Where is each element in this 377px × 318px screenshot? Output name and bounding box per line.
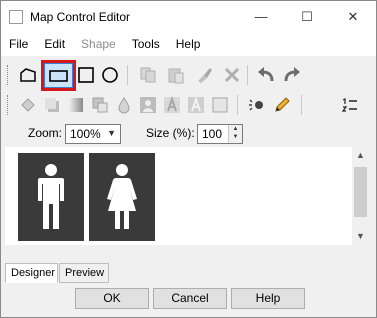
help-button[interactable]: Help	[231, 288, 305, 309]
toolbar-separator	[301, 95, 302, 115]
format-brush-icon	[198, 68, 212, 83]
symbol-tile[interactable]	[89, 153, 155, 241]
arrange-icon	[92, 97, 108, 113]
menu-help[interactable]: Help	[168, 32, 209, 56]
polygon-tool-button[interactable]	[17, 64, 39, 86]
tab-designer[interactable]: Designer	[5, 263, 58, 283]
polygon-icon	[20, 68, 36, 82]
menu-edit[interactable]: Edit	[36, 32, 73, 56]
window-title: Map Control Editor	[30, 9, 131, 24]
scroll-thumb[interactable]	[354, 167, 367, 217]
arrange-button[interactable]	[89, 94, 111, 116]
ok-button[interactable]: OK	[75, 288, 149, 309]
border-icon	[212, 97, 228, 113]
square-tool-button[interactable]	[75, 64, 97, 86]
paste-icon	[168, 68, 184, 84]
undo-button[interactable]	[255, 64, 277, 86]
toolbar-separator	[237, 95, 238, 115]
drop-icon	[118, 97, 130, 114]
cancel-button[interactable]: Cancel	[153, 288, 227, 309]
rectangle-tool-button[interactable]	[44, 63, 73, 88]
tab-preview[interactable]: Preview	[59, 263, 109, 283]
close-button[interactable]: ✕	[330, 1, 376, 32]
view-tabs: Designer Preview	[5, 263, 369, 283]
toolbar-grip[interactable]	[7, 65, 10, 85]
symbol-tile[interactable]	[18, 153, 84, 241]
numbered-list-button[interactable]	[339, 94, 361, 116]
format-toolbar	[1, 91, 376, 119]
redo-icon	[284, 67, 300, 82]
male-figure-icon	[38, 164, 64, 229]
menu-file[interactable]: File	[1, 32, 36, 56]
delete-button[interactable]	[221, 64, 243, 86]
fill-bucket-icon	[21, 98, 35, 112]
shadow-icon	[45, 98, 59, 112]
gradient-button[interactable]	[65, 94, 87, 116]
shadow-button[interactable]	[41, 94, 63, 116]
female-figure-icon	[107, 164, 137, 229]
title-bar: Map Control Editor — ☐ ✕	[1, 1, 376, 32]
size-value: 100	[202, 127, 223, 141]
tab-preview-label: Preview	[65, 267, 105, 279]
rectangle-icon	[49, 70, 68, 82]
size-label: Size (%):	[146, 126, 195, 140]
image-icon	[140, 97, 156, 113]
minimize-icon: —	[254, 9, 268, 24]
light-button[interactable]	[245, 94, 267, 116]
toolbar-grip[interactable]	[7, 95, 10, 115]
maximize-icon: ☐	[301, 8, 313, 24]
close-icon: ✕	[347, 8, 359, 24]
delete-icon	[224, 67, 240, 83]
menu-tools[interactable]: Tools	[124, 32, 168, 56]
image-button[interactable]	[137, 94, 159, 116]
list-numbers-icon	[341, 98, 357, 112]
scroll-down-icon[interactable]: ▼	[352, 228, 369, 245]
zoom-label: Zoom:	[28, 126, 63, 140]
text-outline-button[interactable]	[185, 94, 207, 116]
transparency-button[interactable]	[113, 94, 135, 116]
square-icon	[78, 67, 94, 83]
copy-button[interactable]	[137, 64, 159, 86]
spin-buttons[interactable]: ▲ ▼	[228, 125, 242, 143]
editor-window: Map Control Editor — ☐ ✕ File Edit Shape…	[0, 0, 377, 318]
menu-shape[interactable]: Shape	[73, 32, 124, 56]
circle-tool-button[interactable]	[99, 64, 121, 86]
redo-button[interactable]	[281, 64, 303, 86]
scroll-up-icon[interactable]: ▲	[352, 147, 369, 164]
tab-designer-label: Designer	[11, 267, 56, 279]
text-button[interactable]	[161, 94, 183, 116]
gradient-icon	[69, 98, 83, 112]
undo-icon	[258, 67, 274, 82]
app-icon	[9, 9, 23, 24]
circle-icon	[102, 67, 118, 83]
vertical-scrollbar[interactable]: ▲ ▼	[352, 147, 369, 245]
copy-icon	[140, 67, 156, 83]
pencil-icon	[275, 97, 290, 112]
text-icon	[164, 96, 180, 113]
paste-button[interactable]	[165, 64, 187, 86]
zoom-combobox[interactable]: 100% ▼	[65, 124, 121, 144]
light-icon	[249, 99, 263, 111]
maximize-button[interactable]: ☐	[284, 1, 330, 32]
minimize-button[interactable]: —	[238, 1, 284, 32]
fill-color-button[interactable]	[17, 94, 39, 116]
options-row: Zoom: 100% ▼ Size (%): 100 ▲ ▼	[1, 122, 376, 144]
toolbar-separator	[247, 65, 248, 85]
toolbar-separator	[127, 65, 128, 85]
pencil-button[interactable]	[271, 94, 293, 116]
text-outline-icon	[188, 96, 204, 113]
format-brush-button[interactable]	[193, 64, 215, 86]
border-button[interactable]	[209, 94, 231, 116]
chevron-down-icon: ▼	[107, 128, 116, 138]
shape-toolbar-rest	[73, 61, 376, 89]
menu-bar: File Edit Shape Tools Help	[1, 32, 376, 56]
designer-canvas[interactable]: ▲ ▼	[5, 147, 369, 245]
size-spinbox[interactable]: 100 ▲ ▼	[197, 124, 243, 144]
zoom-value: 100%	[70, 127, 101, 141]
